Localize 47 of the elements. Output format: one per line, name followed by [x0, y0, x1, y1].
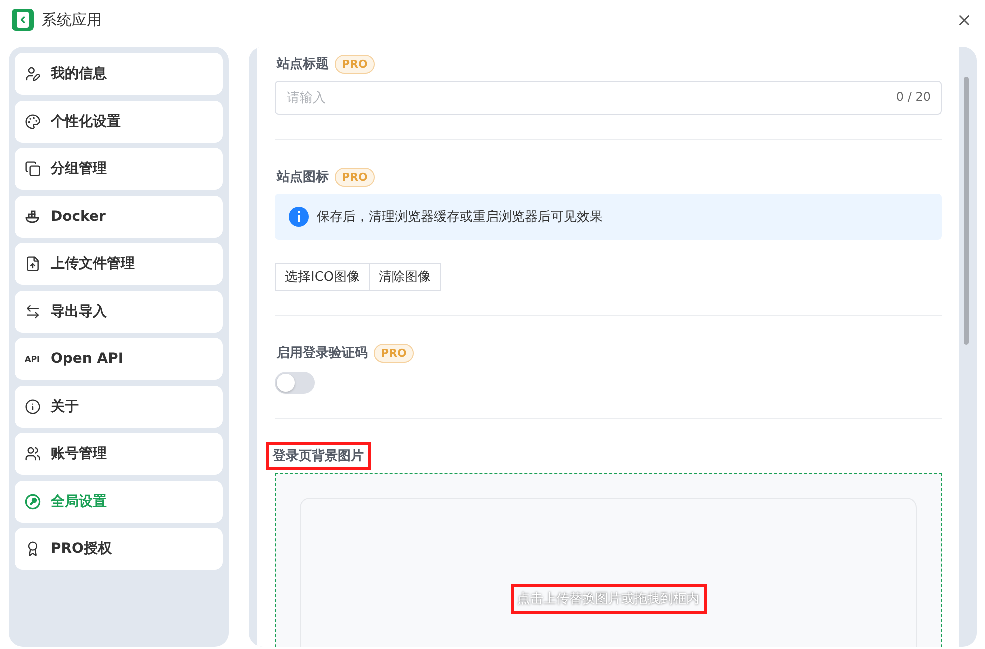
arrows-icon: [25, 304, 41, 320]
user-edit-icon: [25, 66, 41, 82]
sidebar-item-label: 个性化设置: [51, 112, 121, 130]
users-icon: [25, 446, 41, 462]
image-button[interactable]: 清除图像: [369, 263, 442, 291]
sidebar-item-label: 关于: [51, 398, 79, 416]
palette-icon: [25, 114, 41, 130]
sidebar-item-label: Docker: [51, 208, 106, 224]
upload-dropzone[interactable]: 点击上传替换图片或拖拽到框内: [300, 498, 917, 647]
field-label: 启用登录验证码: [276, 344, 369, 363]
notice-text: 保存后，清理浏览器缓存或重启浏览器后可见效果: [317, 209, 603, 226]
file-upload-icon: [25, 256, 41, 272]
app-logo-icon: [12, 9, 34, 31]
image-button[interactable]: 选择ICO图像: [275, 263, 370, 291]
toggle-switch[interactable]: [275, 372, 315, 394]
pro-badge: PRO: [335, 168, 375, 186]
upload-hint: 点击上传替换图片或拖拽到框内: [514, 587, 704, 611]
info-icon: [25, 398, 41, 414]
info-icon: [289, 207, 309, 227]
sidebar-item[interactable]: 关于: [15, 386, 223, 428]
window-title: 系统应用: [42, 10, 103, 30]
sidebar-item-label: Open API: [51, 351, 124, 367]
sidebar-item-label: 分组管理: [51, 160, 107, 178]
sidebar-item[interactable]: API Open API: [15, 338, 223, 380]
pro-badge: PRO: [335, 54, 375, 74]
sidebar-item[interactable]: 我的信息: [15, 53, 223, 95]
sidebar-item-label: 全局设置: [51, 492, 107, 510]
field-label: 站点标题: [276, 56, 330, 74]
sidebar-item[interactable]: PRO授权: [15, 528, 223, 570]
sidebar-item-label: PRO授权: [51, 540, 112, 558]
upload-area[interactable]: 点击上传替换图片或拖拽到框内: [275, 473, 942, 647]
field-label: 登录页背景图片: [269, 445, 368, 467]
sidebar-item-label: 导出导入: [51, 302, 107, 320]
sidebar-item[interactable]: 导出导入: [15, 290, 223, 332]
sidebar-item-label: 上传文件管理: [51, 255, 135, 273]
sidebar-item[interactable]: 个性化设置: [15, 100, 223, 142]
copy-icon: [25, 161, 41, 177]
api-icon: API: [25, 354, 41, 364]
sidebar-item[interactable]: 分组管理: [15, 148, 223, 190]
sidebar-item[interactable]: Docker: [15, 196, 223, 238]
sidebar-item[interactable]: 上传文件管理: [15, 243, 223, 285]
sidebar-item-label: 账号管理: [51, 445, 107, 463]
field-label: 站点图标: [276, 169, 330, 187]
char-counter: 0 / 20: [896, 90, 931, 104]
pro-badge: PRO: [374, 344, 414, 362]
sidebar-item[interactable]: 账号管理: [15, 433, 223, 475]
sidebar-item-label: 我的信息: [51, 65, 107, 83]
